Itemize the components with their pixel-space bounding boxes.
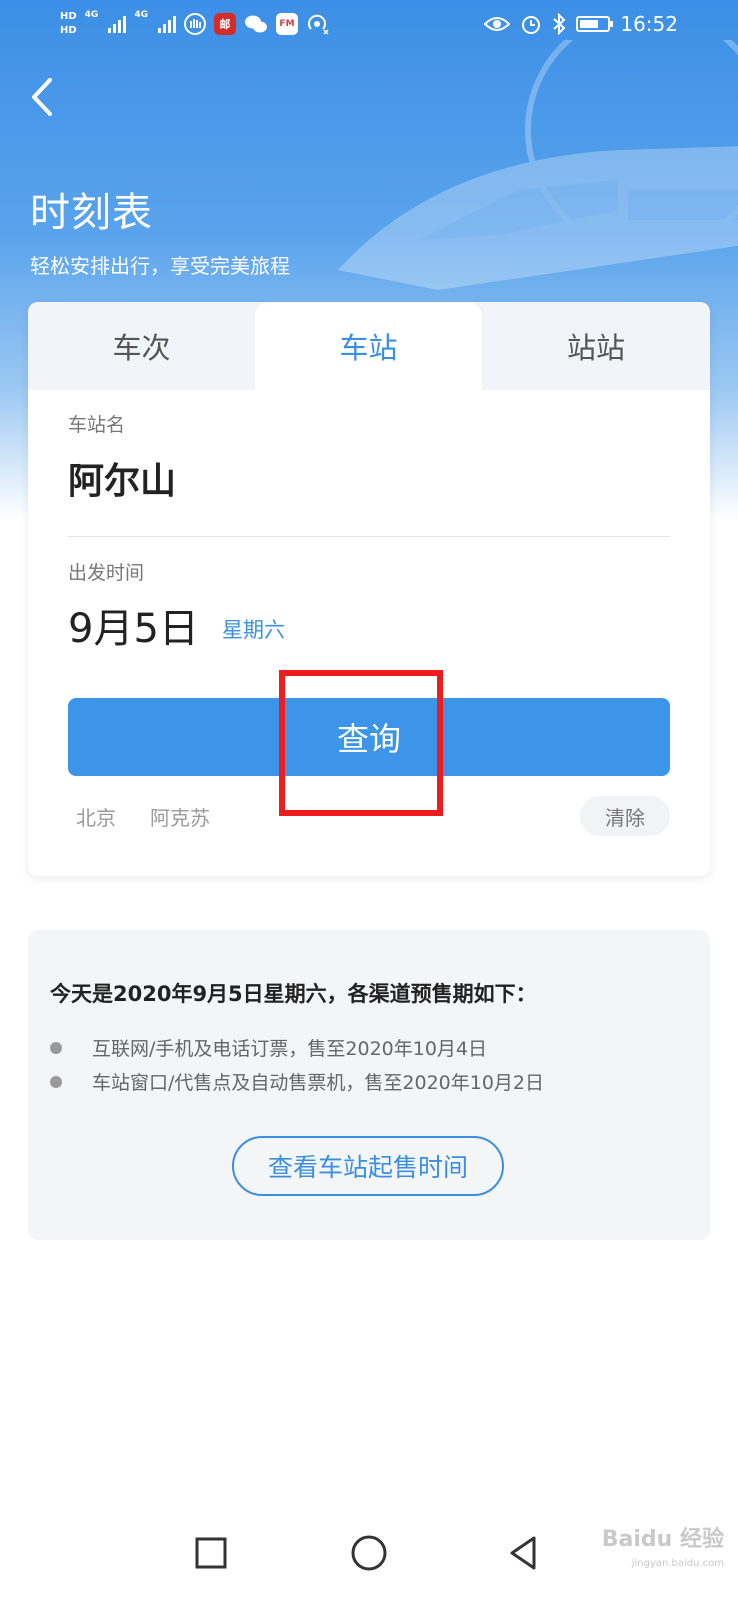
recent-apps-icon[interactable] (186, 1528, 236, 1578)
battery-icon (576, 16, 614, 32)
date-picker[interactable]: 9月5日 (68, 596, 199, 654)
presale-item-text: 互联网/手机及电话订票，售至2020年10月4日 (92, 1038, 488, 1060)
clock-time: 16:52 (620, 12, 678, 36)
presale-item-text: 车站窗口/代售点及自动售票机，售至2020年10月2日 (92, 1072, 545, 1094)
weekday-label: 星期六 (222, 618, 285, 642)
signal-icon-2 (157, 15, 176, 33)
tab-train-number[interactable]: 车次 (28, 302, 255, 390)
mail-app-icon: 邮 (213, 13, 236, 35)
signal-icon (108, 15, 127, 33)
hd-indicator: HD HD (60, 11, 77, 36)
divider (68, 536, 670, 537)
clear-history-button[interactable]: 清除 (580, 796, 670, 836)
page-title: 时刻表 (30, 190, 153, 236)
page-subtitle: 轻松安排出行，享受完美旅程 (30, 254, 290, 278)
wechat-icon (244, 15, 267, 33)
history-item[interactable]: 阿克苏 (150, 802, 210, 831)
bullet-icon (50, 1075, 62, 1088)
bullet-icon (50, 1041, 62, 1054)
history-item[interactable]: 北京 (76, 802, 116, 831)
query-button[interactable]: 查询 (68, 698, 670, 776)
tab-bar: 车次 车站 站站 (28, 302, 710, 390)
presale-title: 今天是2020年9月5日星期六，各渠道预售期如下： (50, 982, 537, 1006)
date-label: 出发时间 (68, 562, 145, 584)
bluetooth-icon (553, 13, 566, 35)
network-type-2: 4G (134, 10, 148, 20)
hotspot-icon (308, 14, 329, 35)
chevron-left-icon (32, 78, 52, 116)
presale-item: 互联网/手机及电话订票，售至2020年10月4日 (50, 1034, 487, 1061)
station-input[interactable]: 阿尔山 (68, 452, 176, 504)
watermark: Baidu 经验 jingyan.baidu.com (602, 1528, 724, 1576)
fm-icon: FM (275, 13, 298, 35)
eye-icon (484, 17, 511, 31)
watermark-brand: Baidu 经验 (601, 1527, 724, 1552)
station-label: 车站名 (68, 414, 126, 436)
hand-icon (183, 13, 206, 35)
search-card: 车次 车站 站站 车站名 阿尔山 出发时间 9月5日 星期六 查询 北京 阿克苏… (28, 302, 710, 876)
status-bar: HD HD 4G 4G 邮 FM 16:52 (0, 0, 738, 56)
watermark-url: jingyan.baidu.com (631, 1558, 724, 1569)
back-button[interactable] (26, 74, 66, 120)
view-sale-time-button[interactable]: 查看车站起售时间 (232, 1136, 504, 1196)
presale-item: 车站窗口/代售点及自动售票机，售至2020年10月2日 (50, 1068, 544, 1095)
search-history: 北京 阿克苏 (76, 802, 210, 831)
tab-station-to-station[interactable]: 站站 (482, 302, 710, 390)
tab-station[interactable]: 车站 (255, 302, 482, 390)
home-icon[interactable] (344, 1528, 394, 1578)
alarm-icon (522, 16, 541, 34)
train-illustration (338, 40, 738, 290)
presale-info-card: 今天是2020年9月5日星期六，各渠道预售期如下： 互联网/手机及电话订票，售至… (28, 930, 710, 1240)
network-type-1: 4G (84, 10, 99, 20)
back-nav-icon[interactable] (500, 1528, 550, 1578)
